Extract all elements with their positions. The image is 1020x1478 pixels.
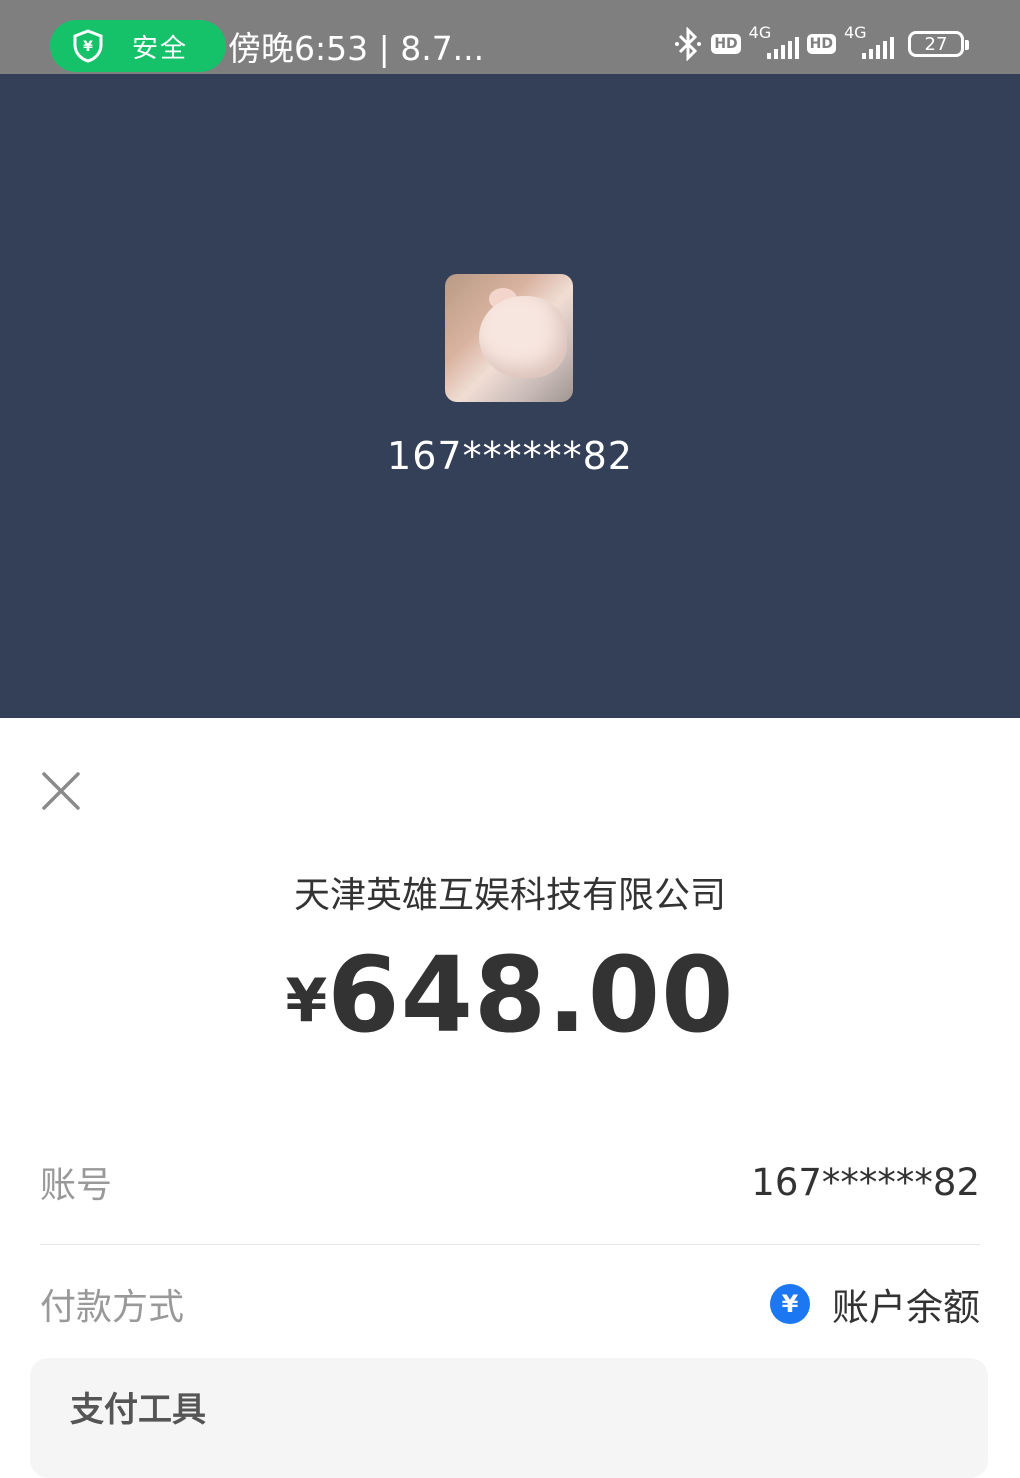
payment-method-value: 账户余额	[832, 1286, 980, 1329]
close-icon[interactable]	[40, 770, 82, 812]
payment-sheet: 天津英雄互娱科技有限公司 ¥648.00 账号 167******82 付款方式…	[0, 718, 1020, 1478]
merchant-name: 天津英雄互娱科技有限公司	[293, 875, 726, 916]
signal-icon: 4G	[749, 23, 799, 61]
status-time: 傍晚6:53 | 8.7...	[228, 29, 485, 68]
amount-value: 648.00	[327, 934, 735, 1056]
payment-tool-title: 支付工具	[70, 1390, 206, 1430]
payment-amount: ¥648.00	[0, 934, 1020, 1056]
payee-header: 167******82	[0, 74, 1020, 718]
battery-icon: 27	[908, 31, 969, 57]
account-value: 167******82	[751, 1160, 980, 1204]
hd-badge-2: HD	[806, 34, 836, 54]
signal-icon-2: 4G	[844, 23, 894, 61]
account-label: 账号	[40, 1165, 113, 1206]
status-bar: ¥ 安全 傍晚6:53 | 8.7... HD 4G HD 4G 27	[0, 0, 1020, 74]
account-row: 账号 167******82	[40, 1142, 980, 1222]
bluetooth-icon	[675, 27, 702, 61]
battery-level: 27	[924, 33, 948, 55]
currency-symbol: ¥	[285, 966, 328, 1036]
balance-icon: ¥	[770, 1284, 810, 1324]
payee-account: 167******82	[387, 434, 633, 478]
payee-avatar	[445, 274, 573, 402]
safety-label: 安全	[132, 33, 189, 64]
hd-badge: HD	[711, 34, 741, 54]
status-icons: HD 4G HD 4G 27	[673, 23, 969, 64]
shield-yuan-icon: ¥	[73, 29, 103, 63]
payment-method-label: 付款方式	[40, 1287, 185, 1328]
payment-tool-card[interactable]: 支付工具	[30, 1358, 988, 1478]
svg-text:¥: ¥	[83, 39, 93, 55]
payment-method-row[interactable]: 付款方式 ¥ 账户余额	[40, 1264, 980, 1344]
payment-method-value-wrap[interactable]: ¥ 账户余额	[770, 1277, 980, 1331]
safety-badge[interactable]: ¥ 安全	[50, 20, 226, 72]
divider	[40, 1244, 980, 1245]
